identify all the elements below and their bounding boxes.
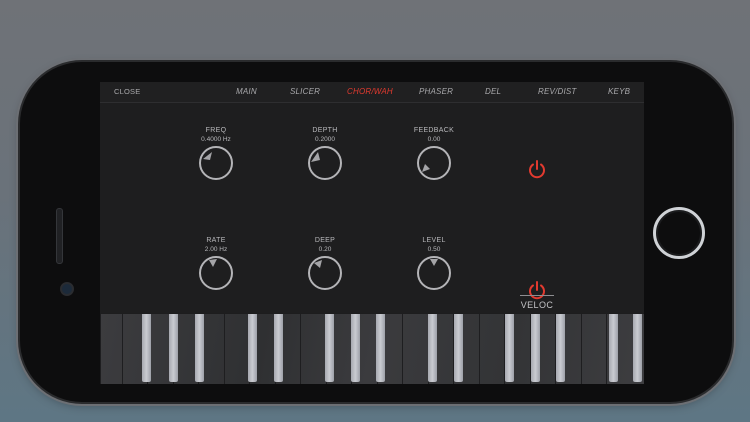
knob-label: RATE xyxy=(206,237,226,244)
black-key[interactable] xyxy=(609,314,618,382)
knob-indicator-icon xyxy=(422,164,430,172)
black-key[interactable] xyxy=(633,314,642,382)
knob-value: 0.50 xyxy=(427,246,441,253)
knob-value: 0.4000 Hz xyxy=(201,136,231,143)
black-key[interactable] xyxy=(428,314,437,382)
knob-label: DEEP xyxy=(314,237,336,244)
tab-main[interactable]: MAIN xyxy=(236,87,257,96)
app-screen: CLOSE MAIN SLICER CHOR/WAH PHASER DEL RE… xyxy=(100,82,644,384)
knob-value: 0.2000 xyxy=(315,136,335,143)
black-key[interactable] xyxy=(195,314,204,382)
knob-label: FREQ xyxy=(205,127,227,134)
white-key[interactable] xyxy=(581,314,606,384)
black-key[interactable] xyxy=(142,314,151,382)
black-key[interactable] xyxy=(556,314,565,382)
knob-indicator-icon xyxy=(209,259,217,267)
earpiece-speaker xyxy=(56,208,63,264)
veloc-button[interactable]: VELOC xyxy=(520,295,554,315)
rate-control: RATE 2.00 Hz xyxy=(176,237,256,290)
tab-keyb[interactable]: KEYB xyxy=(608,87,630,96)
level-knob[interactable] xyxy=(417,256,451,290)
tab-del[interactable]: DEL xyxy=(485,87,501,96)
knob-value: 0.20 xyxy=(318,246,332,253)
chorus-power-icon[interactable] xyxy=(527,159,547,179)
black-key[interactable] xyxy=(531,314,540,382)
knob-label: DEPTH xyxy=(312,127,338,134)
knob-indicator-icon xyxy=(311,152,320,162)
black-key[interactable] xyxy=(454,314,463,382)
black-key[interactable] xyxy=(376,314,385,382)
front-camera xyxy=(60,282,74,296)
knob-value: 0.00 xyxy=(427,136,441,143)
tab-bar: CLOSE MAIN SLICER CHOR/WAH PHASER DEL RE… xyxy=(100,82,644,103)
black-key[interactable] xyxy=(274,314,283,382)
rate-knob[interactable] xyxy=(199,256,233,290)
white-key[interactable] xyxy=(479,314,504,384)
white-key[interactable] xyxy=(224,314,249,384)
black-key[interactable] xyxy=(325,314,334,382)
black-key[interactable] xyxy=(351,314,360,382)
knob-label: LEVEL xyxy=(422,237,446,244)
tab-phaser[interactable]: PHASER xyxy=(419,87,453,96)
deep-knob[interactable] xyxy=(308,256,342,290)
freq-knob[interactable] xyxy=(199,146,233,180)
tab-rev-dist[interactable]: REV/DIST xyxy=(538,87,577,96)
feedback-knob[interactable] xyxy=(417,146,451,180)
level-control: LEVEL 0.50 xyxy=(394,237,474,290)
black-key[interactable] xyxy=(248,314,257,382)
white-key[interactable] xyxy=(300,314,326,384)
piano-keyboard[interactable] xyxy=(100,314,644,384)
effects-panel: FREQ 0.4000 Hz DEPTH 0.2000 FEEDBACK 0.0… xyxy=(100,103,644,313)
deep-control: DEEP 0.20 xyxy=(285,237,365,290)
close-button[interactable]: CLOSE xyxy=(114,87,140,96)
depth-knob[interactable] xyxy=(308,146,342,180)
black-key[interactable] xyxy=(505,314,514,382)
white-key[interactable] xyxy=(100,314,122,384)
feedback-control: FEEDBACK 0.00 xyxy=(394,127,474,180)
black-key[interactable] xyxy=(169,314,178,382)
phone-frame: CLOSE MAIN SLICER CHOR/WAH PHASER DEL RE… xyxy=(20,62,732,402)
white-key[interactable] xyxy=(402,314,428,384)
knob-indicator-icon xyxy=(430,259,438,266)
knob-value: 2.00 Hz xyxy=(204,246,228,253)
knob-label: FEEDBACK xyxy=(413,127,455,134)
depth-control: DEPTH 0.2000 xyxy=(285,127,365,180)
home-button[interactable] xyxy=(653,207,705,259)
knob-indicator-icon xyxy=(314,260,322,268)
knob-indicator-icon xyxy=(203,152,212,160)
tab-slicer[interactable]: SLICER xyxy=(290,87,320,96)
tab-chor-wah[interactable]: CHOR/WAH xyxy=(347,87,393,96)
freq-control: FREQ 0.4000 Hz xyxy=(176,127,256,180)
